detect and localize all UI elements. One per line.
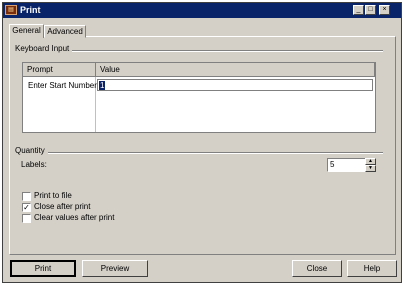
close-window-button[interactable]: × [379,5,390,15]
clear-values-checkbox[interactable] [22,214,31,223]
value-cell-input[interactable]: 1 [97,79,373,91]
labels-label: Labels: [21,160,47,169]
print-to-file-checkbox[interactable] [22,192,31,201]
close-after-print-label: Close after print [34,202,91,211]
quantity-divider [15,152,383,154]
help-button[interactable]: Help [347,260,397,277]
labels-quantity-input[interactable]: 5 [327,158,366,172]
print-to-file-label: Print to file [34,191,72,200]
maximize-button[interactable]: □ [365,5,376,15]
column-header-prompt[interactable]: Prompt [23,63,96,77]
close-after-print-checkbox[interactable]: ✓ [22,203,31,212]
checkmark-icon: ✓ [23,203,30,212]
quantity-group-label: Quantity [15,146,48,156]
preview-button[interactable]: Preview [82,260,148,277]
tab-advanced[interactable]: Advanced [44,25,86,38]
minimize-button[interactable]: _ [353,5,364,15]
label-printer-icon: ▤ [5,5,17,15]
spin-up-button[interactable]: ▲ [365,158,376,165]
title-bar[interactable]: ▤ Print _ □ × [3,3,401,18]
column-header-value[interactable]: Value [96,63,375,77]
prompt-cell: Enter Start Number [28,81,97,90]
print-dialog: ▤ Print _ □ × General Advanced Keyboard … [2,2,402,283]
clear-values-label: Clear values after print [34,213,115,222]
value-cell-text: 1 [99,81,106,90]
window-title: Print [20,5,41,15]
prompt-value-grid[interactable]: Prompt Value Enter Start Number 1 [22,62,376,133]
close-button[interactable]: Close [292,260,342,277]
tab-general[interactable]: General [9,24,44,38]
print-button[interactable]: Print [10,260,76,277]
keyboard-input-group-label: Keyboard Input [15,44,73,54]
spin-down-button[interactable]: ▼ [365,165,376,172]
